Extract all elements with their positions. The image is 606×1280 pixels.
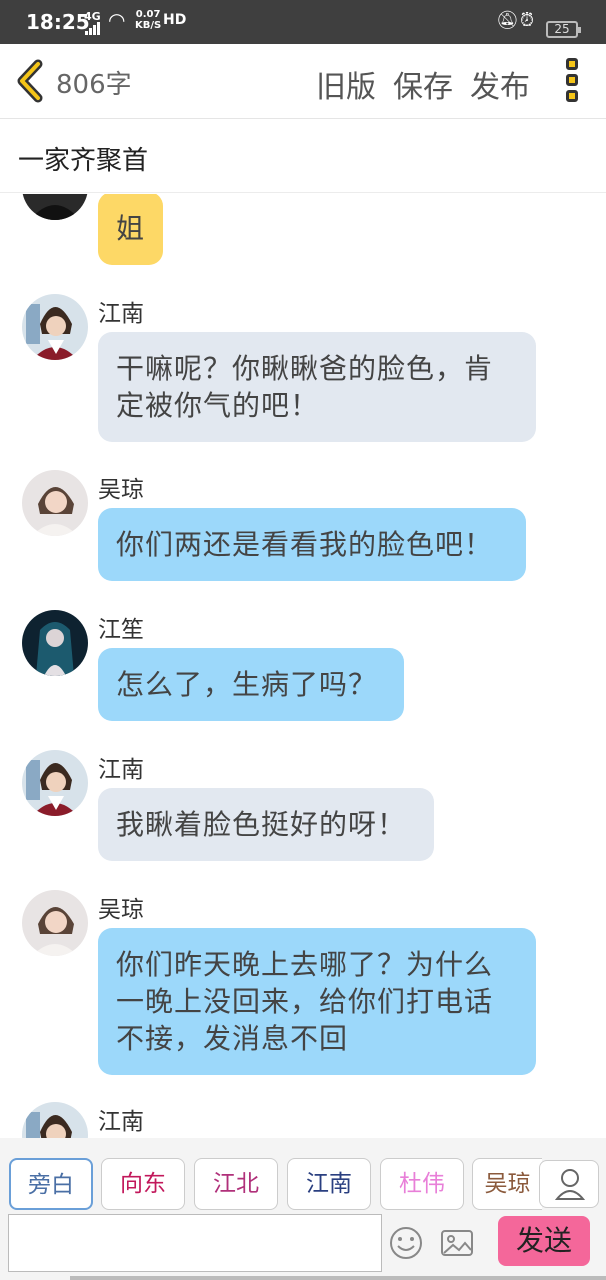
top-bar: 806字 旧版 保存 发布 [0, 44, 606, 119]
message-bubble[interactable]: 干嘛呢？你瞅瞅爸的脸色，肯定被你气的吧！ [98, 332, 536, 442]
image-button[interactable] [439, 1226, 475, 1260]
message-bubble[interactable]: 怎么了，生病了吗？ [98, 648, 404, 721]
message-bubble[interactable]: 你们两还是看看我的脸色吧！ [98, 508, 526, 581]
more-dot-icon [566, 74, 578, 86]
image-icon [441, 1230, 473, 1256]
status-bar: 18:25 4G ◠ 0.07 KB/S HD 🔕︎ ⏰︎ 25 [0, 0, 606, 44]
emoji-button[interactable] [389, 1226, 423, 1260]
more-dot-icon [566, 90, 578, 102]
old-version-button[interactable]: 旧版 [316, 62, 376, 106]
composer-panel: 旁白 向东 江北 江南 杜伟 吴琼 发送 [0, 1138, 606, 1280]
chat-area[interactable]: 姐 江南 干嘛呢？你瞅瞅爸的脸色，肯定被你气的吧！ 吴琼 你们两还是看看我的脸色… [0, 194, 606, 1138]
speed-value: 0.07 [135, 9, 161, 20]
avatar[interactable] [22, 610, 88, 676]
character-tab[interactable]: 杜伟 [380, 1158, 464, 1210]
save-button[interactable]: 保存 [393, 62, 453, 106]
message-bubble[interactable]: 姐 [98, 194, 164, 265]
character-tab[interactable]: 吴琼 [472, 1158, 542, 1210]
sender-name: 江南 [98, 757, 144, 783]
avatar[interactable] [22, 750, 88, 816]
network-speed: 0.07 KB/S [135, 9, 161, 31]
publish-button[interactable]: 发布 [470, 62, 530, 106]
avatar[interactable] [22, 890, 88, 956]
character-tab-narrator[interactable]: 旁白 [9, 1158, 93, 1210]
send-button[interactable]: 发送 [498, 1216, 590, 1266]
hd-icon: HD [163, 12, 187, 28]
word-count: 806字 [56, 70, 132, 100]
sender-name: 吴琼 [98, 897, 144, 923]
sender-name: 江笙 [98, 617, 144, 643]
chevron-left-icon [17, 59, 43, 103]
more-dot-icon [566, 58, 578, 70]
back-button[interactable] [14, 58, 48, 104]
message-bubble[interactable]: 我瞅着脸色挺好的呀！ [98, 788, 434, 861]
chat-title-bar: 一家齐聚首 [0, 120, 606, 193]
status-time: 18:25 [26, 10, 90, 34]
character-tab[interactable]: 江南 [287, 1158, 371, 1210]
keyboard-handle [70, 1276, 606, 1280]
user-icon [554, 1169, 586, 1200]
wifi-icon: ◠ [108, 8, 126, 32]
message-input[interactable] [8, 1214, 382, 1272]
manage-characters-button[interactable] [539, 1160, 599, 1208]
message-bubble[interactable]: 你们昨天晚上去哪了？为什么一晚上没回来，给你们打电话不接，发消息不回 [98, 928, 536, 1075]
chat-title[interactable]: 一家齐聚首 [18, 140, 148, 177]
sender-name: 江南 [98, 301, 144, 327]
more-menu-button[interactable] [560, 58, 584, 106]
emoji-icon [390, 1227, 422, 1259]
character-tab[interactable]: 向东 [101, 1158, 185, 1210]
sender-name: 吴琼 [98, 477, 144, 503]
speed-unit: KB/S [135, 20, 162, 31]
sender-name: 江南 [98, 1109, 144, 1135]
character-tab[interactable]: 江北 [194, 1158, 278, 1210]
avatar[interactable] [22, 1102, 88, 1138]
signal-icon: 4G [84, 11, 101, 35]
avatar[interactable] [22, 470, 88, 536]
avatar[interactable] [22, 294, 88, 360]
mute-bell-icon: 🔕︎ [496, 10, 519, 31]
avatar[interactable] [22, 194, 88, 220]
battery-icon: 25 [546, 21, 581, 38]
alarm-icon: ⏰︎ [520, 10, 535, 31]
